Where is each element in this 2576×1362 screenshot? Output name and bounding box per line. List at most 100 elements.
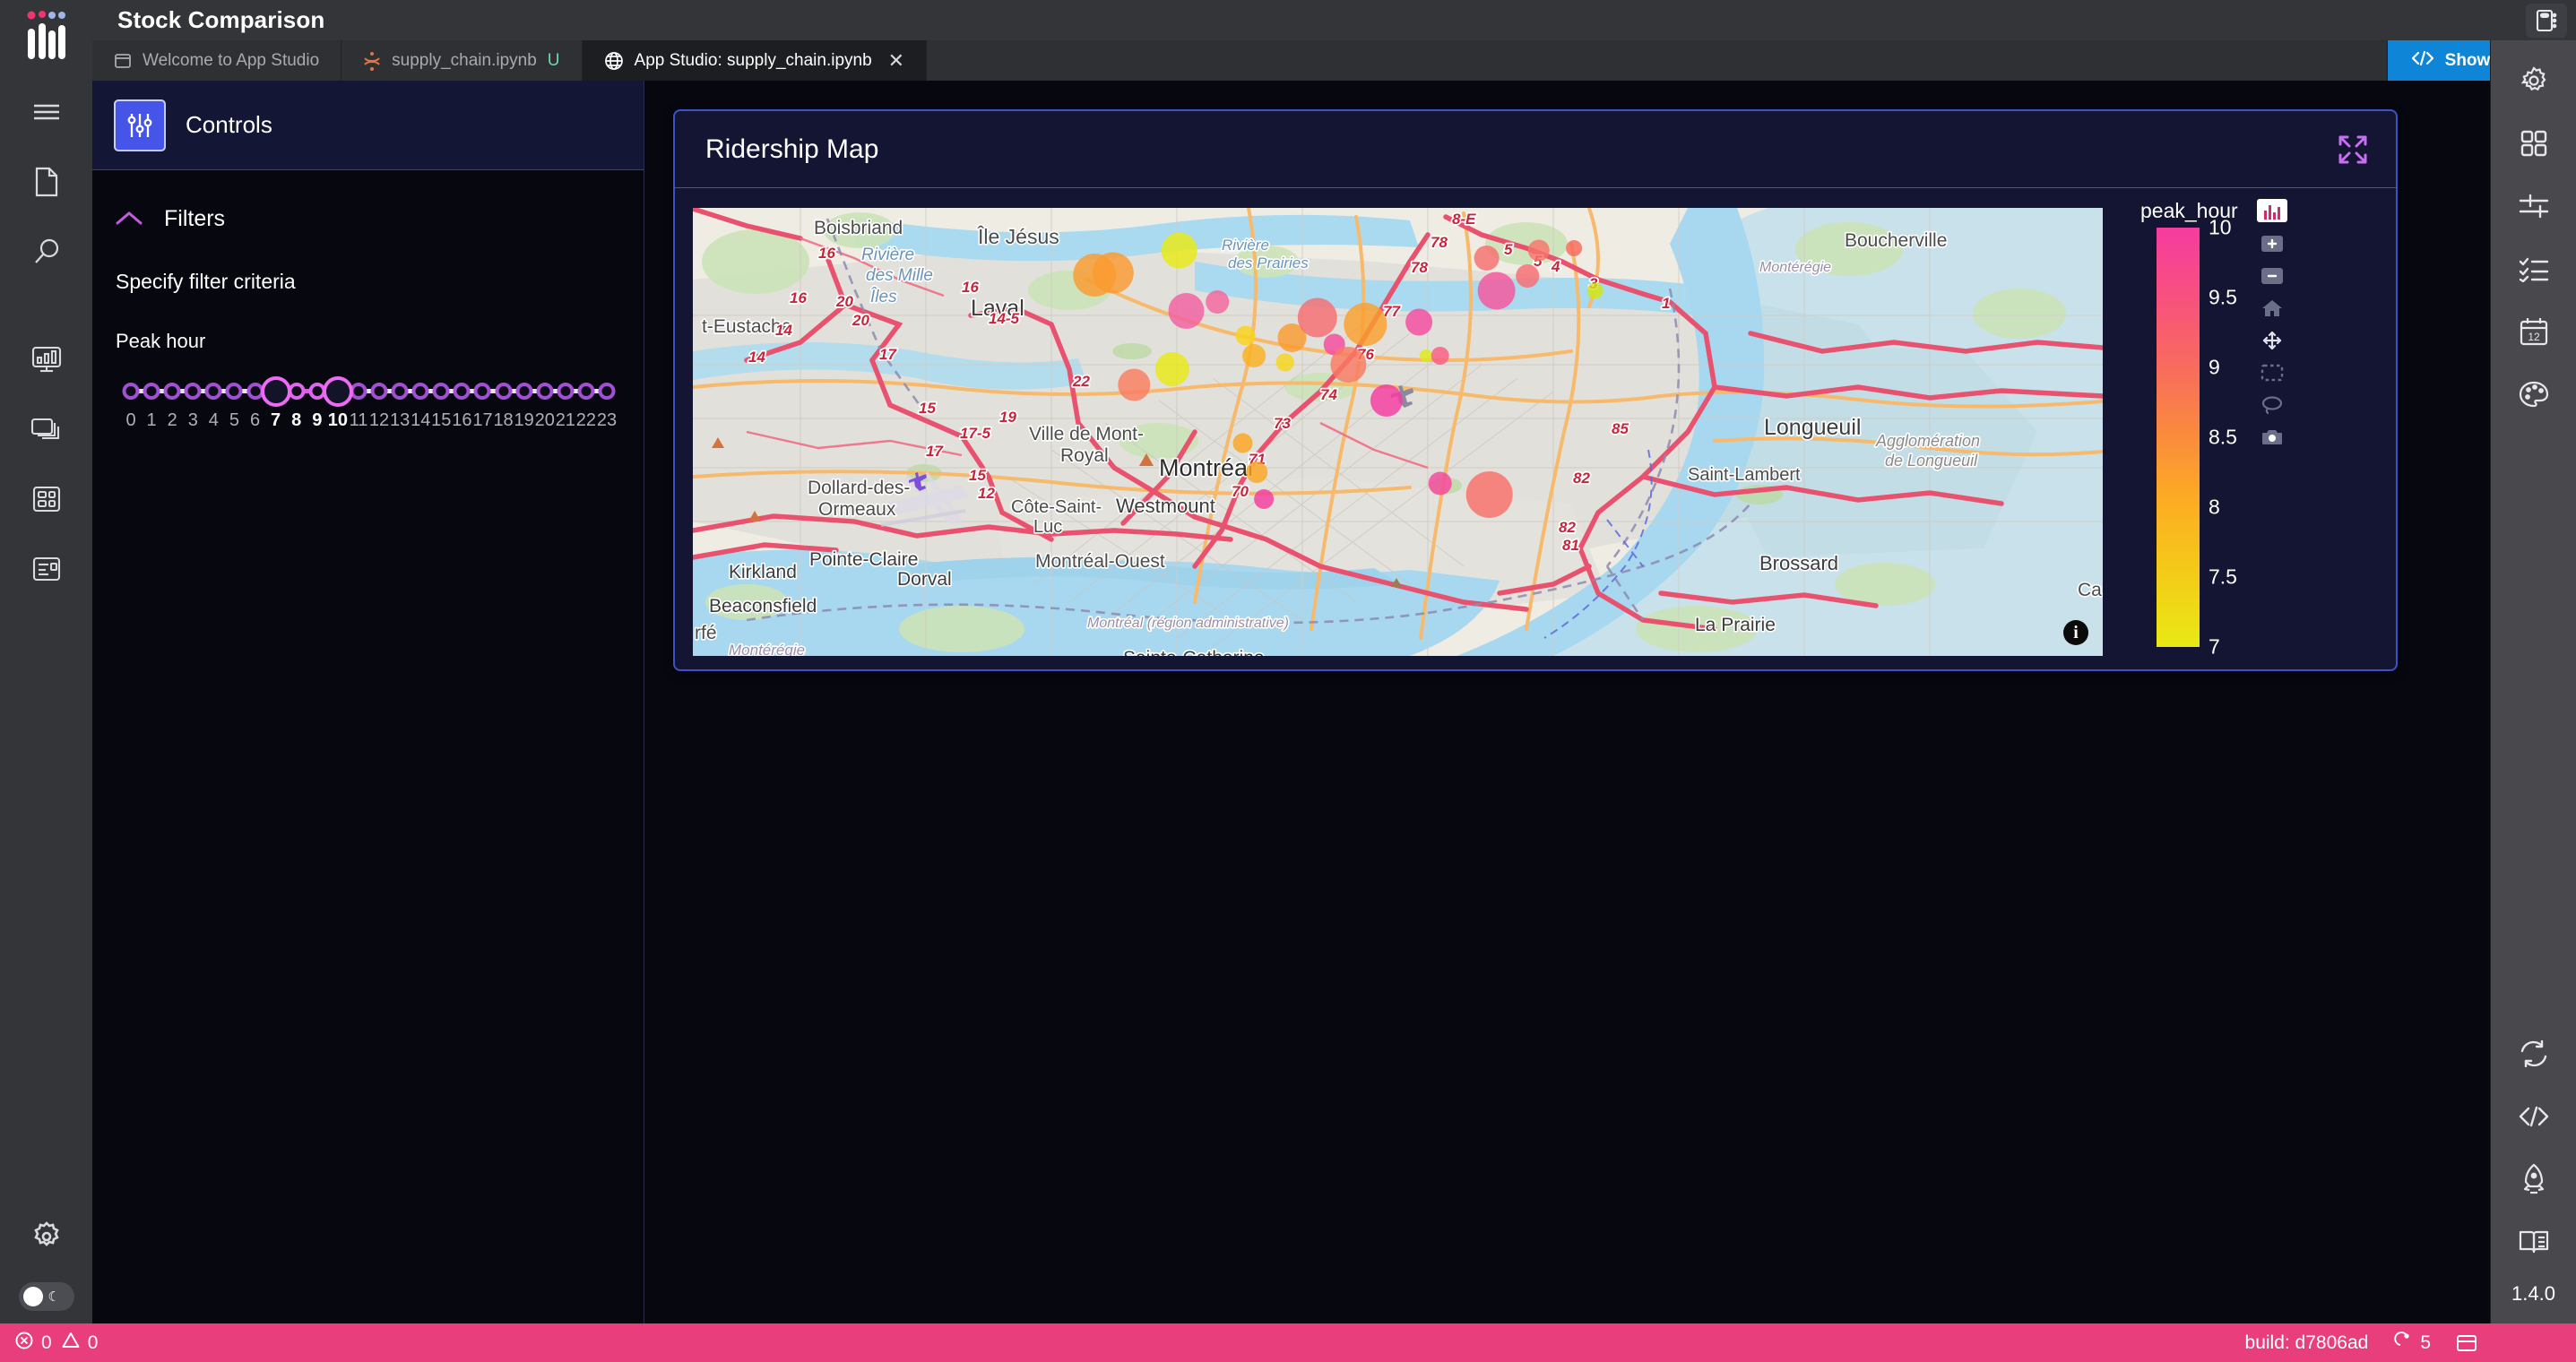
slider-tick[interactable] bbox=[163, 383, 181, 400]
map-data-point[interactable] bbox=[1344, 303, 1387, 346]
info-icon[interactable]: i bbox=[2063, 620, 2088, 645]
map-data-point[interactable] bbox=[1168, 293, 1205, 329]
checklist-icon[interactable] bbox=[2491, 246, 2576, 291]
slider-tick-label: 15 bbox=[431, 410, 452, 430]
slider-tick[interactable] bbox=[391, 383, 409, 400]
build-label[interactable]: build: d7806ad bbox=[2245, 1332, 2369, 1354]
map-data-point[interactable] bbox=[1275, 353, 1294, 372]
tab-supply-chain-notebook[interactable]: supply_chain.ipynb U bbox=[341, 40, 583, 81]
camera-download-icon[interactable] bbox=[2258, 427, 2286, 448]
map-data-point[interactable] bbox=[1370, 384, 1403, 417]
slider-handle-low[interactable] bbox=[260, 376, 291, 407]
rocket-icon[interactable] bbox=[2491, 1157, 2576, 1202]
map-data-point[interactable] bbox=[1297, 297, 1337, 338]
map-data-point[interactable] bbox=[1242, 344, 1266, 367]
lasso-select-icon[interactable] bbox=[2258, 394, 2286, 416]
map-data-point[interactable] bbox=[1161, 232, 1197, 269]
slider-tick[interactable] bbox=[598, 383, 616, 400]
controls-header: Controls bbox=[92, 81, 644, 170]
colorbar-tick-label: 7.5 bbox=[2209, 565, 2237, 589]
zoom-in-icon[interactable] bbox=[2258, 233, 2286, 254]
sliders-icon[interactable] bbox=[2491, 184, 2576, 228]
reset-home-icon[interactable] bbox=[2258, 297, 2286, 319]
slider-tick[interactable] bbox=[536, 383, 554, 400]
filters-accordion-toggle[interactable]: Filters bbox=[92, 170, 644, 232]
map-data-point[interactable] bbox=[1246, 461, 1268, 483]
slider-tick-label: 9 bbox=[312, 410, 323, 430]
dashboard-grid-icon[interactable] bbox=[0, 477, 92, 522]
file-icon[interactable] bbox=[0, 159, 92, 204]
notebook-icon[interactable] bbox=[2526, 3, 2567, 38]
map-data-point[interactable] bbox=[1206, 290, 1230, 314]
warning-count-label: 0 bbox=[87, 1332, 99, 1353]
grid-blocks-icon[interactable] bbox=[2491, 121, 2576, 166]
close-icon[interactable]: ✕ bbox=[888, 50, 904, 71]
map-data-point[interactable] bbox=[1118, 368, 1151, 401]
cards-stack-icon[interactable] bbox=[0, 407, 92, 452]
tab-app-studio[interactable]: App Studio: supply_chain.ipynb ✕ bbox=[582, 40, 928, 81]
map-plot[interactable]: Boisbriand Île Jésus Rivière des Mille Îles R… bbox=[693, 208, 2103, 656]
layout-icon[interactable] bbox=[2456, 1334, 2477, 1352]
search-icon[interactable] bbox=[0, 229, 92, 274]
slider-tick[interactable] bbox=[473, 383, 491, 400]
map-data-point[interactable] bbox=[1420, 349, 1432, 362]
connection-count[interactable]: 5 bbox=[2393, 1331, 2431, 1356]
slider-handle-high[interactable] bbox=[322, 376, 353, 407]
warning-count[interactable]: 0 bbox=[61, 1331, 99, 1356]
slider-tick[interactable] bbox=[515, 383, 533, 400]
map-data-point[interactable] bbox=[1431, 347, 1449, 365]
error-count[interactable]: 0 bbox=[14, 1331, 52, 1356]
settings-gear-icon[interactable] bbox=[0, 1214, 92, 1259]
slider-tick[interactable] bbox=[370, 383, 388, 400]
slider-tick[interactable] bbox=[557, 383, 575, 400]
slider-tick-label: 4 bbox=[208, 410, 219, 430]
monitor-chart-icon[interactable] bbox=[0, 337, 92, 382]
slider-tick[interactable] bbox=[122, 383, 140, 400]
colorbar-tick-label: 8.5 bbox=[2209, 425, 2237, 449]
slider-tick[interactable] bbox=[184, 383, 202, 400]
map-data-point[interactable] bbox=[1428, 471, 1452, 496]
map-data-point[interactable] bbox=[1405, 308, 1433, 336]
box-select-icon[interactable] bbox=[2258, 362, 2286, 384]
sync-refresh-icon[interactable] bbox=[2491, 1031, 2576, 1076]
map-data-point[interactable] bbox=[1232, 433, 1253, 453]
tab-welcome[interactable]: Welcome to App Studio bbox=[92, 40, 342, 81]
map-data-point[interactable] bbox=[1527, 239, 1550, 262]
map-data-point[interactable] bbox=[1566, 240, 1583, 256]
slider-tick[interactable] bbox=[411, 383, 429, 400]
map-data-point[interactable] bbox=[1073, 254, 1117, 297]
slider-tick[interactable] bbox=[453, 383, 471, 400]
slider-tick[interactable] bbox=[204, 383, 222, 400]
plotly-logo-icon[interactable] bbox=[2257, 199, 2287, 222]
map-data-point[interactable] bbox=[1477, 272, 1516, 310]
calendar-12-icon[interactable]: 12 bbox=[2491, 309, 2576, 354]
slider-tick[interactable] bbox=[577, 383, 595, 400]
article-layout-icon[interactable] bbox=[0, 547, 92, 591]
settings-gear-icon[interactable] bbox=[2491, 58, 2576, 103]
map-data-point[interactable] bbox=[1235, 325, 1256, 346]
slider-tick-label: 12 bbox=[368, 410, 390, 430]
theme-toggle[interactable]: ☾ bbox=[18, 1282, 74, 1311]
slider-tick[interactable] bbox=[225, 383, 243, 400]
map-data-point[interactable] bbox=[1465, 471, 1513, 518]
pan-move-icon[interactable] bbox=[2258, 330, 2286, 351]
slider-tick[interactable] bbox=[143, 383, 160, 400]
code-brackets-icon[interactable] bbox=[2491, 1094, 2576, 1139]
palette-icon[interactable] bbox=[2491, 372, 2576, 417]
map-data-point[interactable] bbox=[1474, 246, 1500, 271]
slider-tick[interactable] bbox=[495, 383, 513, 400]
tab-label: Welcome to App Studio bbox=[143, 50, 320, 70]
map-data-point[interactable] bbox=[1154, 352, 1189, 386]
map-data-point[interactable] bbox=[1516, 264, 1540, 288]
map-data-point[interactable] bbox=[1586, 282, 1604, 299]
book-icon[interactable] bbox=[2491, 1220, 2576, 1264]
colorbar-tick-label: 8 bbox=[2209, 495, 2220, 519]
slider-tick[interactable] bbox=[432, 383, 450, 400]
peak-hour-range-slider[interactable]: 0 1 2 3 4 5 6 7 8 9 10 11 12 13 14 15 16 17 18 19 20 21 22 23 bbox=[122, 376, 617, 434]
map-data-point[interactable] bbox=[1330, 347, 1367, 383]
zoom-out-icon[interactable] bbox=[2258, 265, 2286, 287]
hamburger-menu-icon[interactable] bbox=[0, 90, 92, 134]
map-data-points[interactable] bbox=[693, 208, 2103, 656]
map-data-point[interactable] bbox=[1254, 489, 1275, 509]
expand-arrows-icon[interactable] bbox=[2337, 134, 2369, 166]
